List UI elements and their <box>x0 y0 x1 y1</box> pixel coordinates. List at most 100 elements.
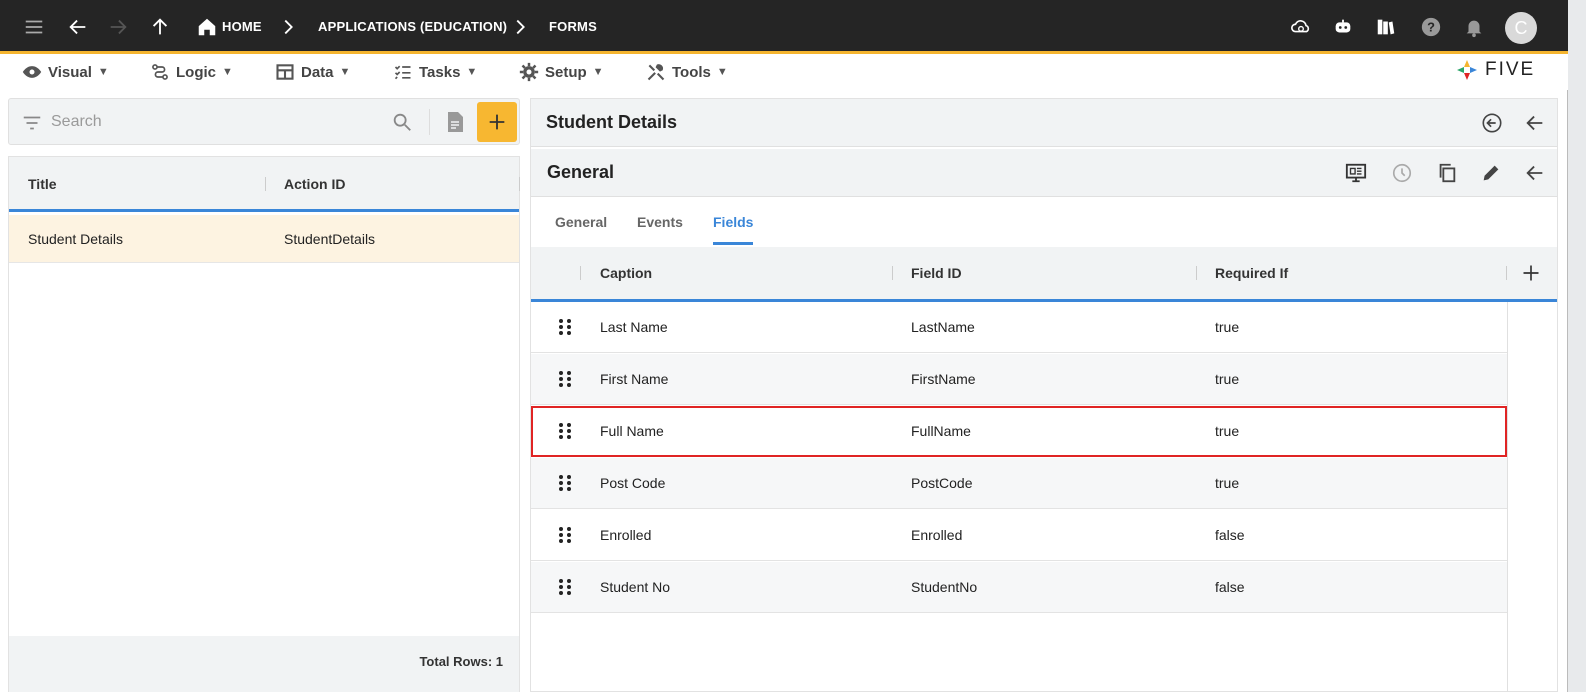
tasks-icon <box>394 65 411 80</box>
plus-icon <box>489 114 505 130</box>
tab-events[interactable]: Events <box>637 214 683 230</box>
menu-visual[interactable]: Visual ▼ <box>22 62 109 82</box>
forward-arrow-icon[interactable] <box>103 12 133 42</box>
menu-label: Visual <box>48 63 92 81</box>
breadcrumb-forms[interactable]: FORMS <box>549 19 597 34</box>
plus-icon <box>1523 265 1539 281</box>
detail-panel: Student Details General General Events F… <box>530 98 1558 692</box>
drag-handle-icon[interactable] <box>557 474 573 492</box>
column-separator <box>1196 266 1197 280</box>
menu-logic[interactable]: Logic ▼ <box>150 62 233 82</box>
close-panel-arrow-icon[interactable] <box>1522 110 1548 136</box>
menu-label: Tools <box>672 63 711 81</box>
tab-fields[interactable]: Fields <box>713 214 753 230</box>
drag-handle-icon[interactable] <box>557 370 573 388</box>
chatbot-icon[interactable] <box>1328 12 1358 42</box>
column-header-caption[interactable]: Caption <box>600 265 652 281</box>
table-row[interactable]: Student No StudentNo false <box>531 562 1507 613</box>
notifications-bell-icon[interactable] <box>1459 12 1489 42</box>
add-field-button[interactable] <box>1519 261 1543 285</box>
fields-table-header: Caption Field ID Required If <box>531 247 1557 302</box>
column-separator <box>580 266 581 280</box>
table-row[interactable]: First Name FirstName true <box>531 354 1507 405</box>
back-arrow-icon[interactable] <box>1522 160 1548 186</box>
drag-handle-icon[interactable] <box>557 526 573 544</box>
table-row[interactable]: Post Code PostCode true <box>531 458 1507 509</box>
caret-down-icon: ▼ <box>97 66 109 78</box>
field-id: FullName <box>911 423 971 439</box>
field-id: StudentNo <box>911 579 978 595</box>
history-clock-icon[interactable] <box>1389 160 1415 186</box>
caret-down-icon: ▼ <box>339 66 351 78</box>
list-item[interactable]: Student Details StudentDetails <box>9 215 519 263</box>
app-window: HOME APPLICATIONS (EDUCATION) FORMS ? C … <box>0 0 1568 692</box>
logo-text: FIVE <box>1485 59 1536 80</box>
field-id: PostCode <box>911 475 973 491</box>
menu-tasks[interactable]: Tasks ▼ <box>393 62 477 82</box>
help-icon[interactable]: ? <box>1416 12 1446 42</box>
field-required-if: false <box>1215 527 1245 543</box>
menu-label: Data <box>301 63 334 81</box>
filter-icon[interactable] <box>21 112 43 134</box>
library-books-icon[interactable] <box>1371 12 1401 42</box>
cloud-search-icon[interactable] <box>1286 12 1316 42</box>
menu-label: Logic <box>176 63 216 81</box>
drag-handle-icon[interactable] <box>557 422 573 440</box>
tools-icon <box>647 64 665 81</box>
column-header-action-id[interactable]: Action ID <box>284 176 345 192</box>
document-icon[interactable] <box>443 110 467 134</box>
caret-down-icon: ▼ <box>592 66 604 78</box>
field-caption: Student No <box>600 579 671 595</box>
field-required-if: true <box>1215 371 1240 387</box>
list-footer: Total Rows: 1 <box>9 636 519 692</box>
search-icon[interactable] <box>391 111 413 133</box>
column-header-field-id[interactable]: Field ID <box>911 265 962 281</box>
caret-down-icon: ▼ <box>222 66 233 78</box>
field-caption: Last Name <box>600 319 668 335</box>
copy-icon[interactable] <box>1434 160 1460 186</box>
search-bar <box>8 98 520 145</box>
field-caption: Enrolled <box>600 527 652 543</box>
table-row[interactable]: Last Name LastName true <box>531 302 1507 353</box>
add-record-button[interactable] <box>477 102 517 142</box>
field-caption: Post Code <box>600 475 666 491</box>
tab-general[interactable]: General <box>555 214 607 230</box>
table-row-highlighted[interactable]: Full Name FullName true <box>531 406 1507 457</box>
drag-handle-icon[interactable] <box>557 578 573 596</box>
menu-data[interactable]: Data ▼ <box>275 62 350 82</box>
column-separator <box>265 177 266 191</box>
field-required-if: false <box>1215 579 1245 595</box>
list-item-title: Student Details <box>28 231 123 247</box>
field-required-if: true <box>1215 475 1240 491</box>
chevron-right-icon <box>505 12 535 42</box>
hamburger-menu-icon[interactable] <box>19 12 49 42</box>
drag-handle-icon[interactable] <box>557 318 573 336</box>
column-header-required-if[interactable]: Required If <box>1215 265 1288 281</box>
menu-setup[interactable]: Setup ▼ <box>519 62 604 82</box>
user-avatar[interactable]: C <box>1505 12 1537 44</box>
field-caption: First Name <box>600 371 669 387</box>
breadcrumb-home[interactable]: HOME <box>222 19 262 34</box>
top-bar: HOME APPLICATIONS (EDUCATION) FORMS ? C <box>0 0 1568 54</box>
table-icon <box>276 64 294 80</box>
column-header-title[interactable]: Title <box>28 176 57 192</box>
up-arrow-icon[interactable] <box>145 12 175 42</box>
back-arrow-icon[interactable] <box>63 12 93 42</box>
field-id: LastName <box>911 319 975 335</box>
home-icon[interactable] <box>192 12 222 42</box>
column-separator <box>892 266 893 280</box>
preview-screen-icon[interactable] <box>1343 160 1369 186</box>
table-row[interactable]: Enrolled Enrolled false <box>531 510 1507 561</box>
menu-label: Setup <box>545 63 587 81</box>
column-separator <box>1506 266 1507 280</box>
section-title: General <box>547 162 615 182</box>
search-input[interactable] <box>51 109 381 135</box>
active-tab-indicator <box>713 242 753 245</box>
back-circle-icon[interactable] <box>1479 110 1505 136</box>
caret-down-icon: ▼ <box>716 66 728 78</box>
breadcrumb-applications[interactable]: APPLICATIONS (EDUCATION) <box>318 19 507 34</box>
five-logo: FIVE <box>1455 58 1535 82</box>
list-item-action-id: StudentDetails <box>284 231 376 247</box>
menu-tools[interactable]: Tools ▼ <box>646 62 728 82</box>
edit-pencil-icon[interactable] <box>1478 160 1504 186</box>
